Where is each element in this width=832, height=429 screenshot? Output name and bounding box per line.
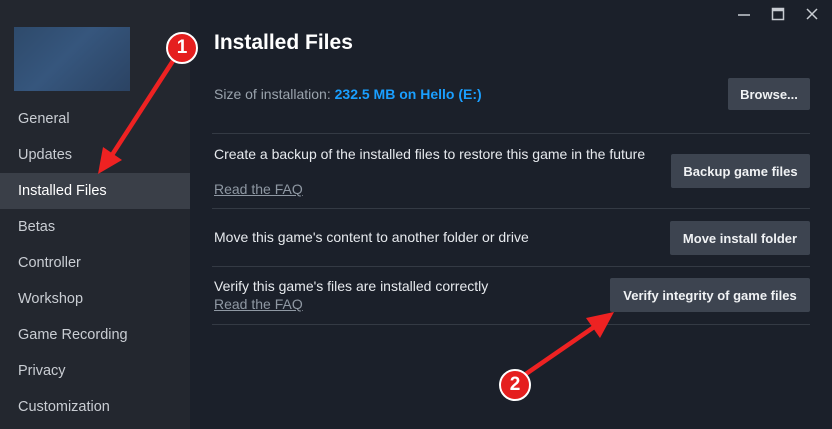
- annotation-callout-1: 1: [166, 32, 198, 64]
- annotation-arrow-1-line: [109, 47, 183, 158]
- annotation-arrows: [98, 47, 614, 381]
- annotation-callout-2: 2: [499, 369, 531, 401]
- annotation-arrow-1-head: [98, 147, 122, 174]
- annotation-arrow-2-head: [586, 312, 614, 338]
- annotation-arrow-2-line: [517, 324, 597, 381]
